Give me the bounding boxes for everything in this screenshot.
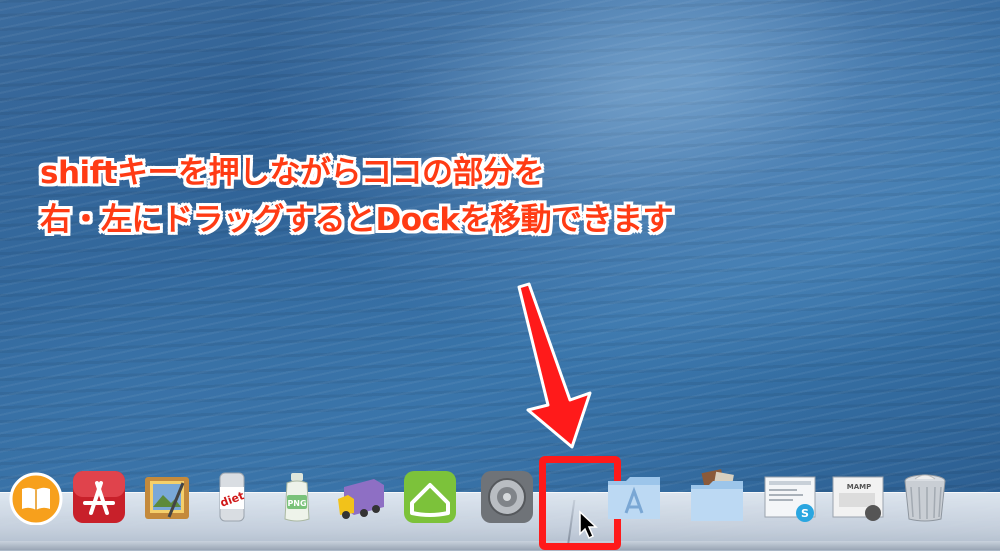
app-store-icon: [73, 471, 125, 523]
dock-item-applications-folder[interactable]: [605, 466, 663, 528]
dock-item-screenshot-stack[interactable]: S: [760, 466, 818, 528]
dock-item-system-preferences[interactable]: [478, 466, 536, 528]
mamp-document-icon: MAMP: [832, 476, 884, 521]
house-cloud-icon: [404, 471, 456, 523]
dock-item-downloads-folder[interactable]: [688, 466, 746, 528]
document-stack-icon: S: [764, 476, 816, 522]
preview-icon: [145, 477, 189, 519]
dock-shelf-edge: [0, 541, 1000, 550]
dock-item-home-app[interactable]: [401, 466, 459, 528]
svg-text:S: S: [801, 507, 809, 520]
trash-icon: [904, 474, 946, 522]
svg-text:PNG: PNG: [287, 499, 306, 508]
applications-folder-icon: [608, 477, 660, 519]
dock-item-trash[interactable]: [896, 466, 954, 528]
dock-item-pngmini[interactable]: PNG: [268, 466, 326, 528]
truck-icon: [338, 479, 384, 519]
book-icon: [9, 472, 63, 525]
dock-item-ibooks[interactable]: [7, 466, 65, 528]
dock-item-preview[interactable]: [138, 466, 196, 528]
diet-can-icon: diet: [218, 472, 246, 522]
gear-icon: [481, 471, 533, 523]
dock-item-transmit[interactable]: [333, 466, 391, 528]
dock-item-jpegmini[interactable]: diet: [203, 466, 261, 528]
dock-item-mamp-stack[interactable]: MAMP: [828, 466, 886, 528]
mouse-cursor-icon: [579, 510, 598, 540]
png-bottle-icon: PNG: [284, 473, 310, 522]
svg-text:MAMP: MAMP: [847, 483, 871, 491]
stack-folder-icon: [691, 469, 743, 521]
dock-item-app-store[interactable]: [70, 466, 128, 528]
